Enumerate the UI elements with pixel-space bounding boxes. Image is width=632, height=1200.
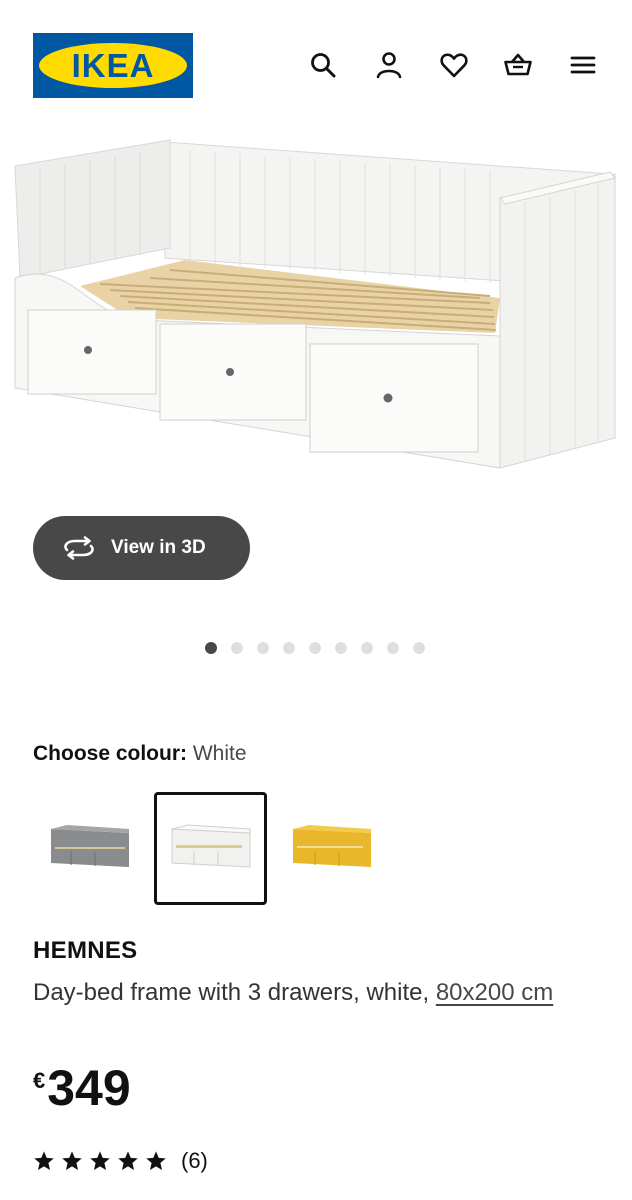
product-description: Day-bed frame with 3 drawers, white, 80x… — [33, 974, 603, 1012]
carousel-dot[interactable] — [335, 642, 347, 654]
search-icon[interactable] — [305, 47, 341, 83]
carousel-dot[interactable] — [413, 642, 425, 654]
logo-text: IKEA — [71, 46, 155, 84]
site-header: IKEA — [0, 0, 632, 130]
carousel-dot[interactable] — [283, 642, 295, 654]
carousel-dot[interactable] — [387, 642, 399, 654]
product-name: HEMNES — [33, 937, 138, 964]
carousel-dot[interactable] — [231, 642, 243, 654]
carousel-dot[interactable] — [257, 642, 269, 654]
product-description-text: Day-bed frame with 3 drawers, white, — [33, 979, 430, 1006]
ikea-logo[interactable]: IKEA — [33, 33, 193, 98]
star-icon — [146, 1151, 166, 1170]
price-amount: 349 — [47, 1060, 131, 1116]
product-image-daybed[interactable] — [10, 138, 622, 490]
account-icon[interactable] — [371, 47, 407, 83]
carousel-dot[interactable] — [309, 642, 321, 654]
colour-swatch-yellow[interactable] — [275, 792, 388, 905]
product-size-link[interactable]: 80x200 cm — [436, 979, 553, 1006]
heart-icon[interactable] — [436, 47, 472, 83]
star-icon — [90, 1151, 110, 1170]
view-in-3d-button[interactable]: View in 3D — [33, 516, 250, 580]
carousel-dot[interactable] — [361, 642, 373, 654]
daybed-white-thumbnail — [171, 823, 250, 868]
star-icon — [118, 1151, 138, 1170]
choose-colour-label: Choose colour: White — [33, 742, 247, 766]
star-icon — [34, 1151, 54, 1170]
view-in-3d-label: View in 3D — [111, 537, 206, 558]
product-rating[interactable]: (6) — [33, 1148, 208, 1174]
rating-stars — [33, 1150, 167, 1172]
review-count: (6) — [181, 1148, 208, 1173]
image-carousel-dots — [205, 642, 425, 654]
carousel-dot[interactable] — [205, 642, 217, 654]
selected-colour-value: White — [192, 742, 247, 765]
colour-swatch-grey[interactable] — [33, 792, 146, 905]
colour-swatches — [33, 792, 396, 905]
daybed-grey-thumbnail — [50, 824, 129, 867]
rotate-3d-icon — [64, 536, 94, 560]
daybed-yellow-thumbnail — [292, 824, 371, 867]
menu-icon[interactable] — [565, 47, 601, 83]
choose-colour-prefix: Choose colour: — [33, 742, 188, 765]
price-currency: € — [33, 1068, 46, 1093]
basket-icon[interactable] — [500, 47, 536, 83]
product-price: € 349 — [33, 1060, 131, 1116]
star-icon — [62, 1151, 82, 1170]
colour-swatch-white[interactable] — [154, 792, 267, 905]
